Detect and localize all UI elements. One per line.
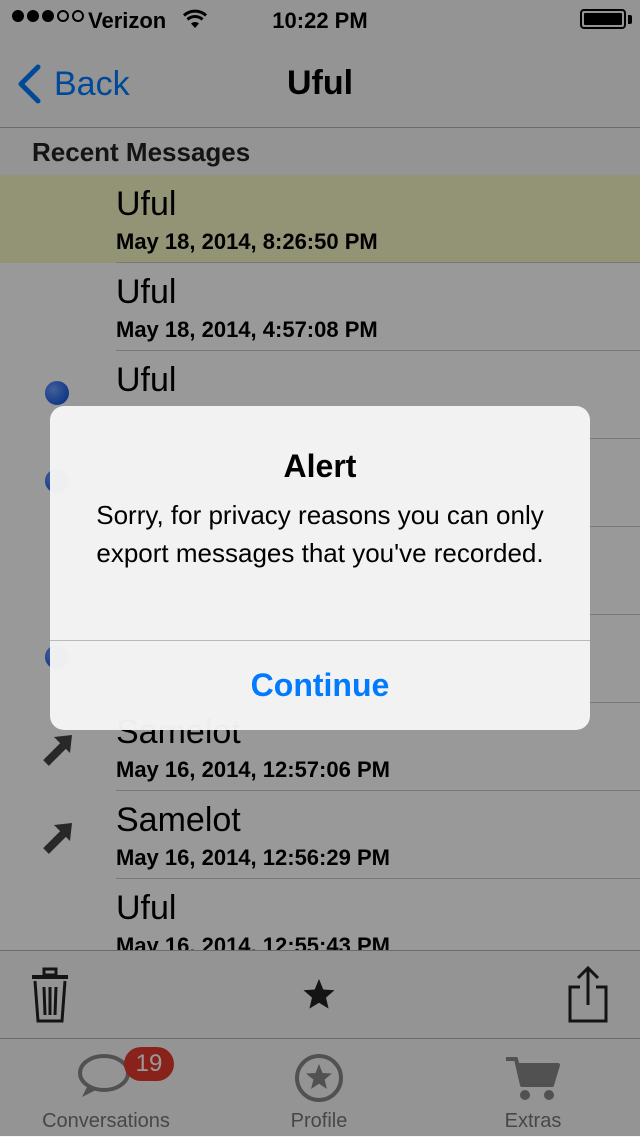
alert-dialog: Alert Sorry, for privacy reasons you can… (50, 406, 590, 730)
alert-title: Alert (283, 448, 357, 484)
continue-button[interactable]: Continue (50, 641, 590, 730)
alert-message: Sorry, for privacy reasons you can only … (96, 500, 544, 568)
